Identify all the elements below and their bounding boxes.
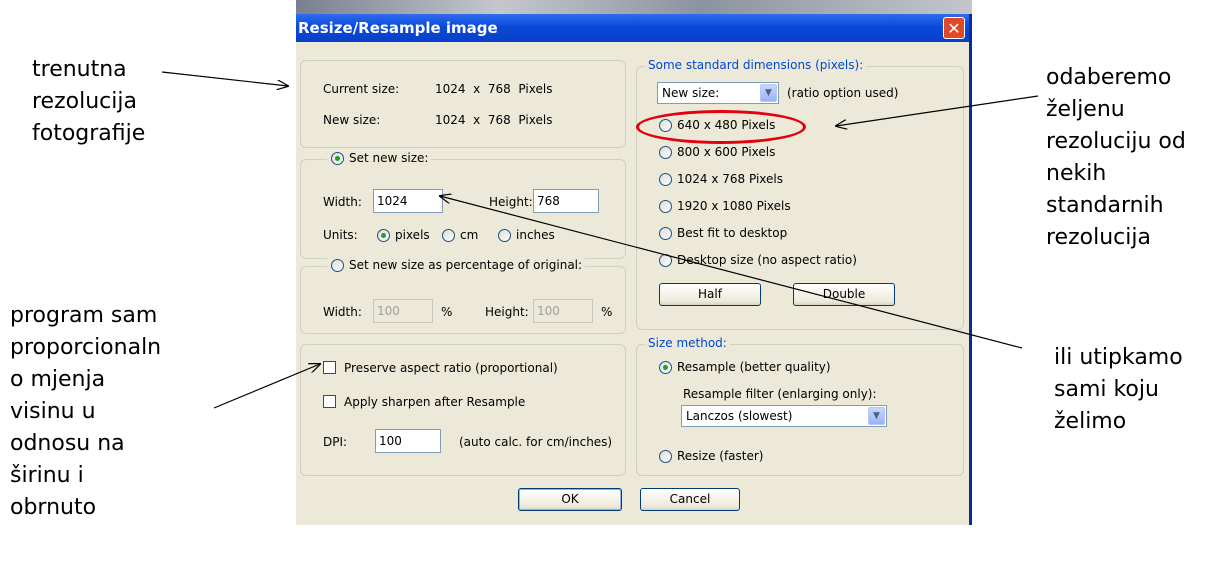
arrow-preserve-aspect [213, 364, 320, 409]
annotation-arrows [161, 71, 1039, 409]
arrow-current-size [161, 71, 288, 86]
arrow-standard-option [836, 95, 1039, 126]
arrow-width-input [440, 196, 1023, 349]
